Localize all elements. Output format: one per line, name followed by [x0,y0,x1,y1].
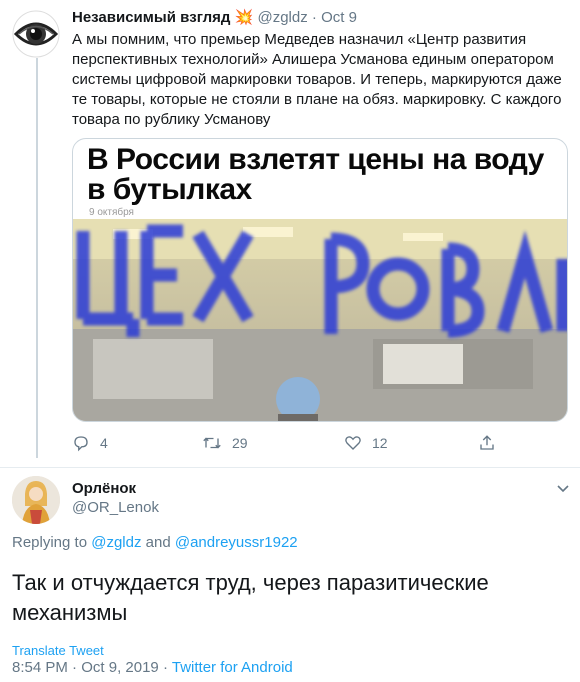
link-card[interactable]: В России взлетят цены на воду в бутылках… [72,138,568,422]
reply-action[interactable]: 4 [72,434,108,452]
translate-tweet-link[interactable]: Translate Tweet [12,643,104,658]
card-photo [73,219,567,421]
separator: · [162,659,168,676]
retweet-action[interactable]: 29 [202,434,248,452]
tweet-date[interactable]: Oct 9 [321,9,357,26]
retweet-icon [203,437,221,449]
like-count: 12 [372,435,388,451]
card-date: 9 октября [89,207,134,218]
author-handle[interactable]: @zgldz [257,9,307,26]
tweet-date[interactable]: Oct 9, 2019 [81,659,159,676]
tweet-text: А мы помним, что премьер Медведев назнач… [72,31,562,128]
author-name[interactable]: Независимый взгляд [72,9,230,26]
tweet-actions: 4 29 12 [72,434,552,454]
replying-and: and [145,534,171,551]
avatar[interactable] [12,10,60,58]
reply-mention-2[interactable]: @andreyussr1922 [175,534,298,551]
author-name[interactable]: Орлёнок [72,480,136,497]
separator: · [311,9,317,26]
tweet-time[interactable]: 8:54 PM [12,659,68,676]
separator: · [72,659,78,676]
card-headline: В России взлетят цены на воду в бутылках [87,143,544,206]
share-action[interactable] [478,434,496,452]
avatar-image [12,476,60,524]
tweet-text: Так и отчуждается труд, через паразитиче… [12,570,489,625]
author-handle[interactable]: @OR_Lenok [72,499,159,516]
reply-count: 4 [100,435,108,451]
eye-logo-icon [12,10,60,58]
like-action[interactable]: 12 [344,434,388,452]
like-icon [345,436,361,450]
tweet-meta: 8:54 PM · Oct 9, 2019 · Twitter for Andr… [12,659,293,676]
reply-icon [74,436,88,452]
retweet-count: 29 [232,435,248,451]
thread-line [36,58,38,458]
replying-prefix: Replying to [12,534,88,551]
divider [0,467,580,468]
avatar[interactable] [12,476,60,524]
chevron-down-icon[interactable] [556,482,570,496]
tweet-header: Независимый взгляд 💥 @zgldz · Oct 9 [72,8,357,28]
replying-to: Replying to @zgldz and @andreyussr1922 [12,534,298,551]
tweet-source[interactable]: Twitter for Android [172,659,293,676]
reply-mention-1[interactable]: @zgldz [91,534,141,551]
share-icon [480,435,494,450]
explosion-emoji: 💥 [234,9,254,26]
